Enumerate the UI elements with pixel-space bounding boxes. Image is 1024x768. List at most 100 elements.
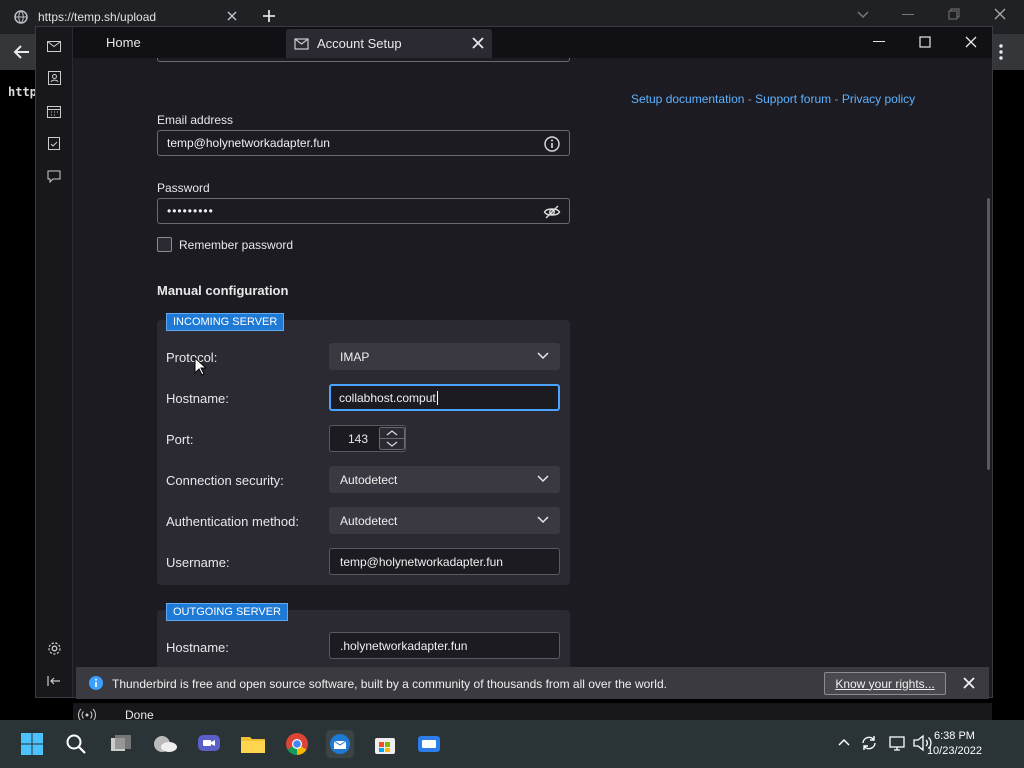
chrome-icon[interactable] — [283, 730, 311, 758]
connection-security-label: Connection security: — [166, 473, 284, 488]
tab-home[interactable]: Home — [94, 27, 282, 58]
port-value: 143 — [348, 432, 369, 446]
hostname-value: collabhost.comput — [339, 390, 436, 405]
setup-documentation-link[interactable]: Setup documentation — [631, 92, 744, 106]
email-field[interactable]: temp@holynetworkadapter.fun — [157, 130, 570, 156]
page-text: http — [8, 85, 37, 99]
email-label: Email address — [157, 113, 234, 127]
incoming-server-section: INCOMING SERVER Protocol: IMAP Hostname:… — [157, 313, 570, 585]
port-input[interactable]: 143 — [329, 425, 406, 452]
tab-account-setup[interactable]: Account Setup — [286, 29, 492, 58]
restore-icon[interactable] — [948, 8, 960, 20]
security-value: Autodetect — [340, 472, 398, 487]
text-cursor — [436, 390, 438, 405]
password-label: Password — [157, 181, 210, 195]
port-spinner[interactable] — [379, 427, 405, 450]
minimize-icon[interactable] — [870, 33, 888, 51]
account-setup-content: Setup documentation - Support forum - Pr… — [73, 58, 992, 668]
settings-gear-icon[interactable] — [45, 639, 63, 657]
notification-bar: Thunderbird is free and open source soft… — [76, 667, 989, 699]
store-icon[interactable] — [371, 730, 399, 758]
protocol-select[interactable]: IMAP — [329, 343, 560, 370]
button-label: Know your rights... — [835, 676, 935, 691]
chevron-down-icon — [537, 352, 549, 360]
file-explorer-icon[interactable] — [239, 730, 267, 758]
browser-tab-title: https://temp.sh/upload — [38, 10, 157, 24]
widgets-icon[interactable] — [151, 730, 179, 758]
mail-icon[interactable] — [45, 37, 63, 55]
manual-config-heading: Manual configuration — [157, 283, 289, 298]
tab-label: Account Setup — [317, 36, 402, 51]
thunderbird-icon[interactable] — [326, 730, 354, 758]
eye-slash-icon[interactable] — [543, 203, 561, 221]
protocol-label: Protocol: — [166, 350, 218, 365]
username-value: temp@holynetworkadapter.fun — [340, 554, 503, 569]
taskbar: 6:38 PM 10/23/2022 — [0, 720, 1024, 768]
know-your-rights-button[interactable]: Know your rights... — [824, 672, 946, 695]
incoming-server-badge: INCOMING SERVER — [166, 313, 285, 331]
mouse-cursor-icon — [194, 357, 206, 376]
email-value: temp@holynetworkadapter.fun — [167, 136, 330, 150]
chevron-down-icon[interactable] — [856, 10, 870, 20]
info-icon[interactable] — [543, 135, 561, 153]
envelope-icon — [294, 37, 309, 50]
tab-label: Home — [106, 35, 141, 50]
screen-recorder-icon[interactable] — [415, 730, 443, 758]
outgoing-hostname-value: .holynetworkadapter.fun — [340, 638, 468, 653]
remember-password-label: Remember password — [179, 238, 294, 252]
start-windows-icon[interactable] — [18, 730, 46, 758]
support-forum-link[interactable]: Support forum — [755, 92, 831, 106]
task-view-icon[interactable] — [107, 730, 135, 758]
clock-date: 10/23/2022 — [926, 745, 982, 757]
new-tab-icon[interactable] — [262, 9, 276, 23]
protocol-value: IMAP — [340, 349, 370, 364]
collapse-sidebar-icon[interactable] — [45, 672, 63, 690]
minimize-icon[interactable] — [902, 14, 914, 16]
privacy-policy-link[interactable]: Privacy policy — [842, 92, 915, 106]
chevron-up-icon[interactable] — [838, 738, 850, 746]
auth-method-select[interactable]: Autodetect — [329, 507, 560, 534]
port-label: Port: — [166, 432, 194, 447]
network-icon[interactable] — [888, 734, 906, 752]
username-input[interactable]: temp@holynetworkadapter.fun — [329, 548, 560, 575]
chat-app-icon[interactable] — [195, 730, 223, 758]
calendar-icon[interactable] — [45, 102, 63, 120]
info-icon — [88, 675, 104, 691]
chevron-down-icon — [537, 475, 549, 483]
outgoing-server-section: OUTGOING SERVER Hostname: .holynetworkad… — [157, 603, 570, 668]
close-window-icon[interactable] — [994, 8, 1006, 20]
browser-menu-icon[interactable] — [999, 44, 1003, 60]
scrollbar-thumb[interactable] — [987, 198, 990, 470]
auth-method-label: Authentication method: — [166, 514, 299, 529]
incoming-hostname-input[interactable]: collabhost.comput — [329, 384, 560, 411]
password-value: ••••••••• — [167, 204, 214, 218]
back-arrow-icon[interactable] — [12, 44, 30, 60]
close-window-icon[interactable] — [962, 33, 980, 51]
thunderbird-window: Home Account Setup Setup documentation -… — [35, 26, 993, 727]
chat-icon[interactable] — [45, 167, 63, 185]
tasks-icon[interactable] — [45, 134, 63, 152]
outgoing-hostname-input[interactable]: .holynetworkadapter.fun — [329, 632, 560, 659]
connection-security-select[interactable]: Autodetect — [329, 466, 560, 493]
maximize-icon[interactable] — [916, 33, 934, 51]
name-field[interactable] — [157, 58, 570, 62]
address-book-icon[interactable] — [45, 69, 63, 87]
clock-time: 6:38 PM — [933, 730, 975, 742]
chevron-down-icon — [537, 516, 549, 524]
help-links: Setup documentation - Support forum - Pr… — [631, 92, 916, 106]
tab-bar: Home Account Setup — [36, 27, 992, 58]
system-clock[interactable]: 6:38 PM 10/23/2022 — [927, 729, 982, 759]
close-icon[interactable] — [226, 10, 238, 22]
remember-password-checkbox[interactable] — [157, 237, 172, 252]
sync-icon[interactable] — [860, 734, 878, 752]
auth-value: Autodetect — [340, 513, 398, 528]
globe-icon — [14, 10, 28, 24]
hostname-label: Hostname: — [166, 391, 229, 406]
close-tab-icon[interactable] — [470, 35, 486, 51]
password-field[interactable]: ••••••••• — [157, 198, 570, 224]
username-label: Username: — [166, 555, 230, 570]
outgoing-hostname-label: Hostname: — [166, 640, 229, 655]
search-icon[interactable] — [62, 730, 90, 758]
outgoing-server-badge: OUTGOING SERVER — [166, 603, 288, 621]
close-notification-icon[interactable] — [963, 677, 975, 689]
